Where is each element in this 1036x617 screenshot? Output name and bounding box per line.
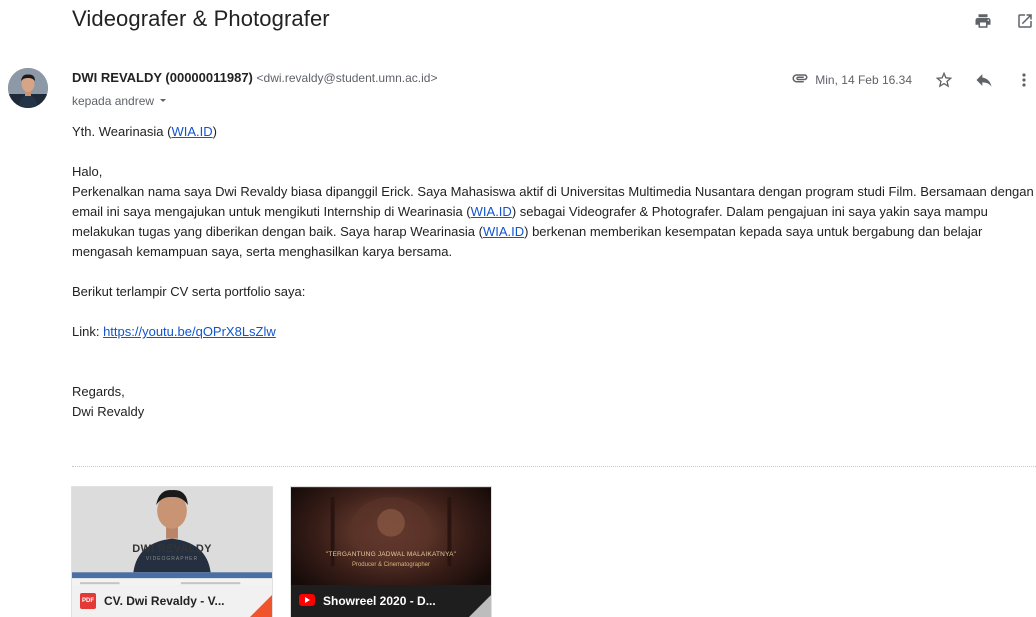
youtube-icon bbox=[299, 593, 315, 609]
dropdown-icon[interactable] bbox=[158, 94, 168, 108]
showreel-thumb-subtitle: Producer & Cinematographer bbox=[351, 562, 431, 568]
greeting-text: Yth. Wearinasia ( bbox=[72, 124, 172, 139]
attached-line: Berikut terlampir CV serta portfolio say… bbox=[72, 284, 306, 299]
sender-email: <dwi.revaldy@student.umn.ac.id> bbox=[256, 71, 438, 85]
link-line: Link: https://youtu.be/qOPrX8LsZlw bbox=[72, 322, 1036, 342]
message-date: Min, 14 Feb 16.34 bbox=[815, 73, 912, 87]
more-vert-icon[interactable] bbox=[1012, 68, 1036, 92]
open-new-window-icon[interactable] bbox=[1014, 10, 1036, 32]
attachment-showreel[interactable]: "TERGANTUNG JADWAL MALAIKATNYA" Producer… bbox=[290, 486, 492, 617]
intro-paragraph: Perkenalkan nama saya Dwi Revaldy biasa … bbox=[72, 182, 1036, 262]
greeting: Yth. Wearinasia (WIA.ID) bbox=[72, 122, 1036, 142]
signature: Dwi Revaldy bbox=[72, 404, 145, 419]
avatar[interactable] bbox=[8, 68, 48, 108]
attachments-divider bbox=[72, 466, 1036, 467]
top-actions bbox=[972, 10, 1036, 32]
corner-fold bbox=[250, 595, 272, 617]
halo-line: Halo, bbox=[72, 164, 103, 179]
attachment-name: CV. Dwi Revaldy - V... bbox=[104, 594, 225, 608]
reply-icon[interactable] bbox=[972, 68, 996, 92]
recipient-line[interactable]: kepada andrew bbox=[72, 94, 168, 108]
message-body: Yth. Wearinasia (WIA.ID) Halo, Perkenalk… bbox=[72, 122, 1036, 422]
wia-link[interactable]: WIA.ID bbox=[171, 124, 212, 139]
attachment-cv[interactable]: DWI REVALDY VIDEOGRAPHER PDF CV. Dwi Rev… bbox=[71, 486, 273, 617]
regards-line: Regards, bbox=[72, 384, 125, 399]
greeting-suffix: ) bbox=[212, 124, 217, 139]
sender-line: DWI REVALDY (00000011987) <dwi.revaldy@s… bbox=[72, 70, 437, 85]
link-label: Link: bbox=[72, 324, 104, 339]
sender-name[interactable]: DWI REVALDY (00000011987) bbox=[72, 70, 253, 85]
corner-fold bbox=[469, 595, 491, 617]
cv-thumb-subtitle: VIDEOGRAPHER bbox=[145, 556, 199, 562]
youtube-link[interactable]: https://youtu.be/qOPrX8LsZlw bbox=[103, 324, 276, 339]
attachment-bar: PDF CV. Dwi Revaldy - V... bbox=[72, 585, 272, 617]
attachment-icon bbox=[791, 69, 809, 92]
message-meta: Min, 14 Feb 16.34 bbox=[791, 68, 1036, 92]
recipient-label: kepada andrew bbox=[72, 94, 155, 108]
wia-link[interactable]: WIA.ID bbox=[471, 204, 512, 219]
attachment-name: Showreel 2020 - D... bbox=[323, 594, 436, 608]
email-subject: Videografer & Photografer bbox=[72, 6, 330, 31]
wia-link[interactable]: WIA.ID bbox=[483, 224, 524, 239]
showreel-thumb-title: "TERGANTUNG JADWAL MALAIKATNYA" bbox=[325, 551, 457, 558]
cv-thumb-title: DWI REVALDY bbox=[132, 543, 212, 555]
pdf-icon: PDF bbox=[80, 593, 96, 609]
star-icon[interactable] bbox=[932, 68, 956, 92]
attachment-bar: Showreel 2020 - D... bbox=[291, 585, 491, 617]
print-icon[interactable] bbox=[972, 10, 994, 32]
